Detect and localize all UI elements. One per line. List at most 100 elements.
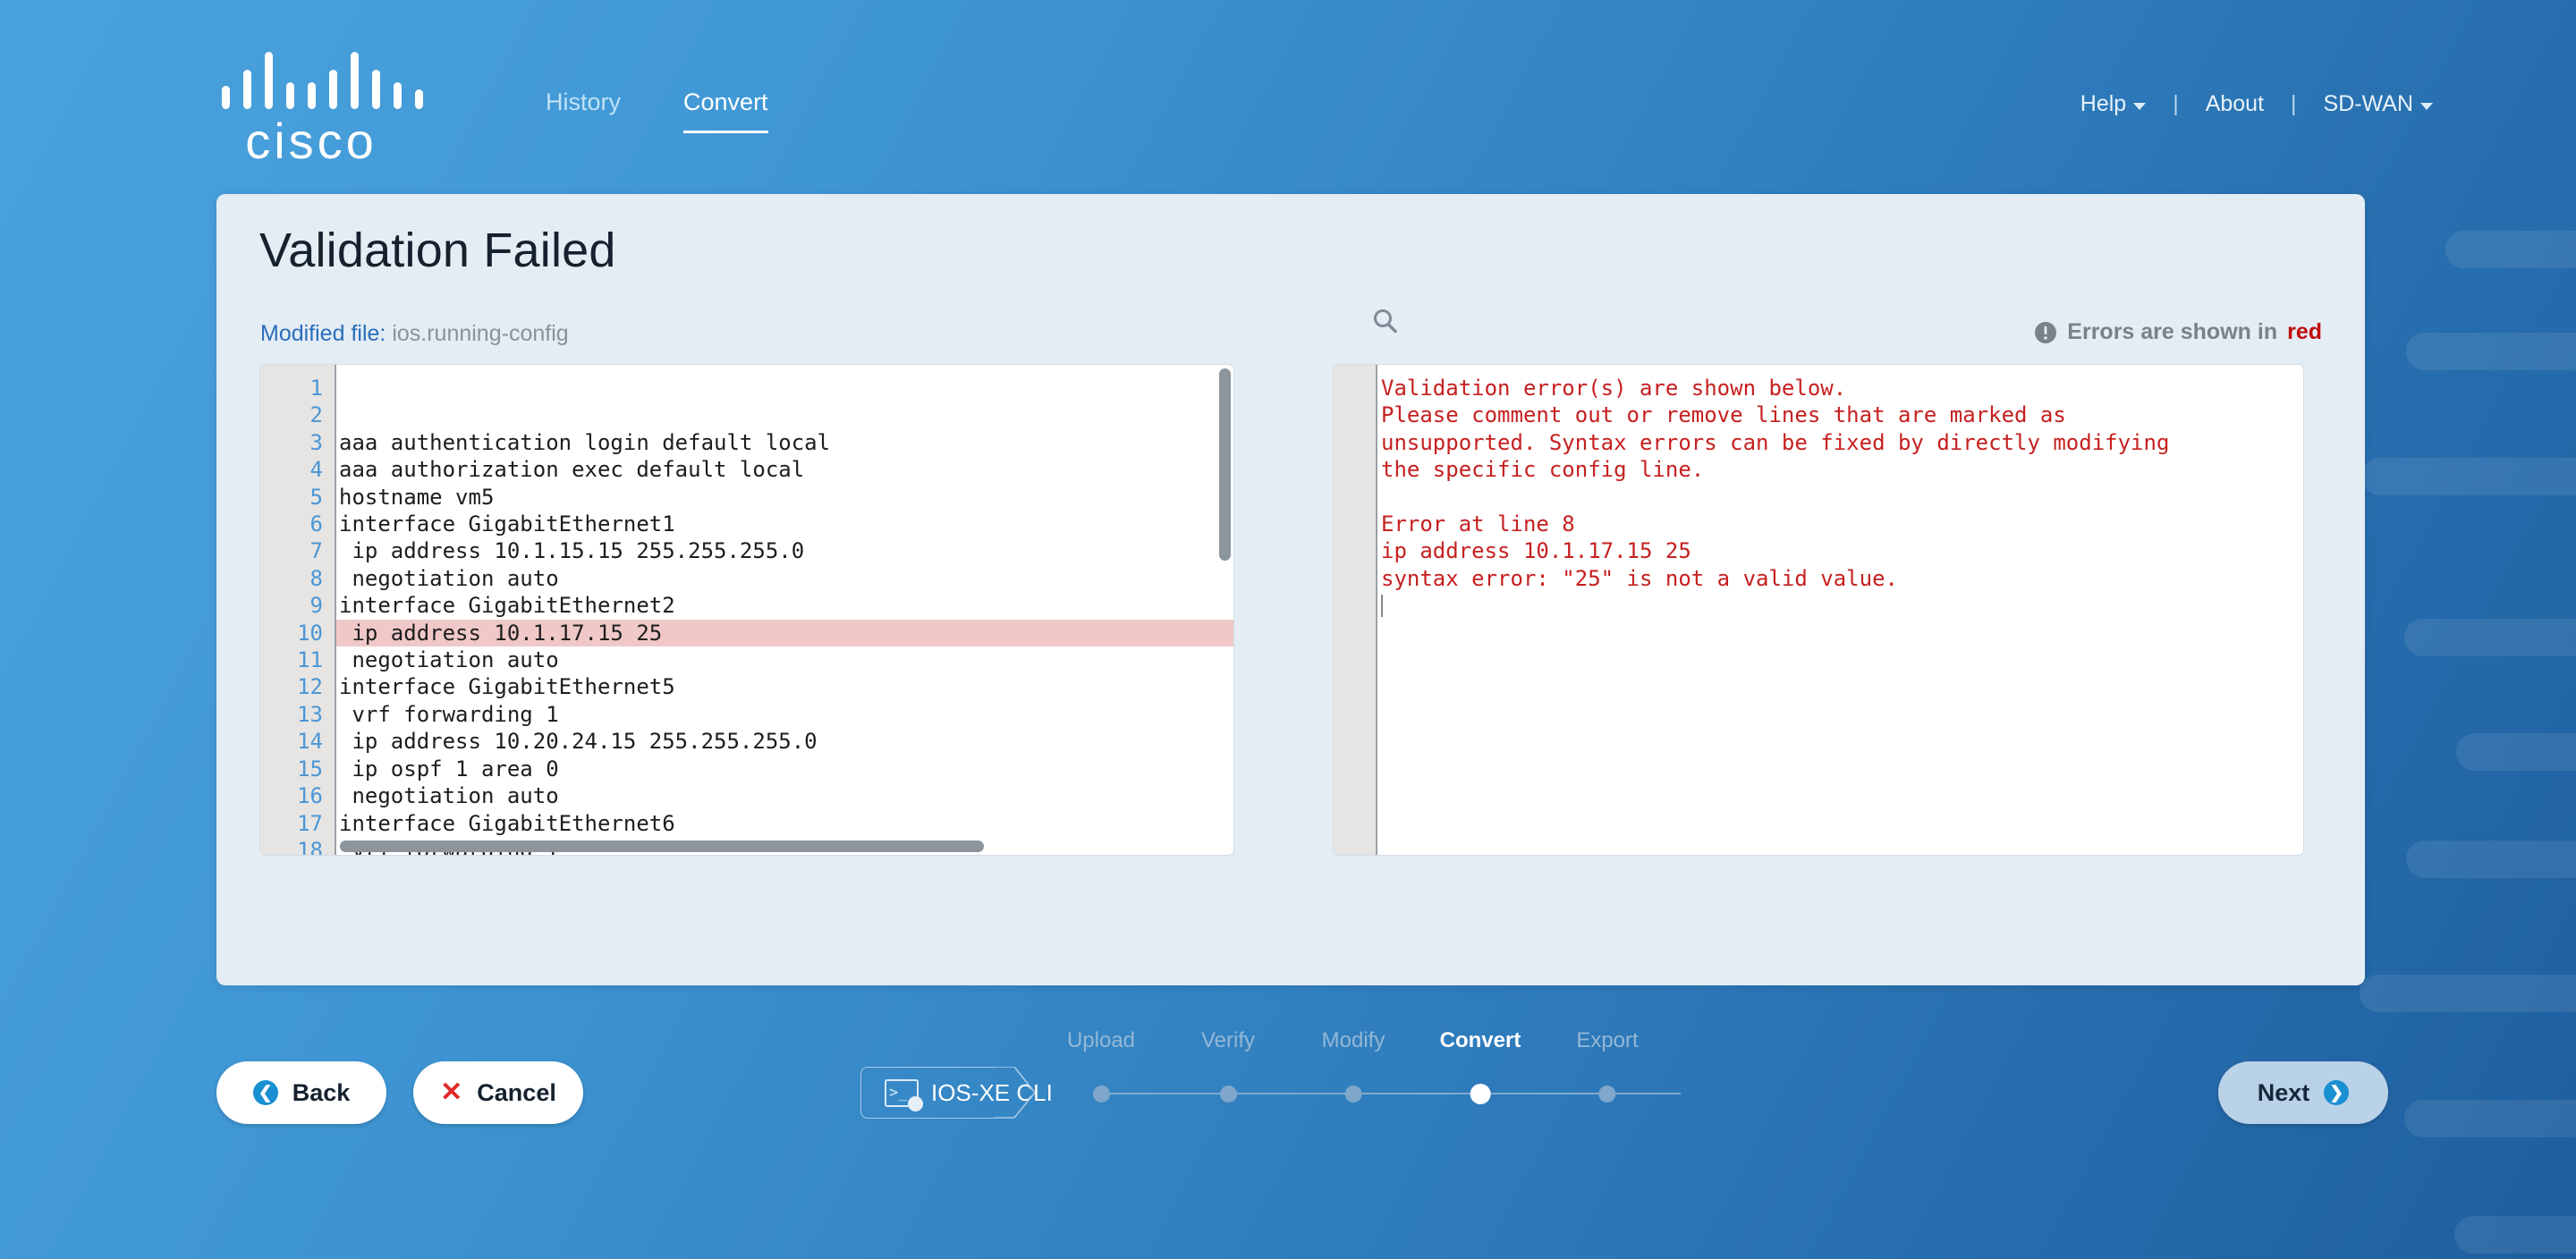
stepper-step-label: Upload xyxy=(1066,1028,1136,1052)
about-link[interactable]: About xyxy=(2206,91,2264,117)
stepper-step-dot xyxy=(1470,1084,1491,1104)
cli-badge-arrow xyxy=(995,1067,1036,1119)
cancel-button[interactable]: ✕ Cancel xyxy=(413,1061,583,1124)
line-number: 4 xyxy=(309,457,323,483)
line-number: 11 xyxy=(297,647,323,673)
horizontal-scrollbar[interactable] xyxy=(340,841,984,852)
line-number: 2 xyxy=(309,402,323,428)
validation-error-panel[interactable]: Validation error(s) are shown below. Plea… xyxy=(1333,364,2304,856)
config-line: negotiation auto xyxy=(339,565,559,591)
close-x-icon: ✕ xyxy=(440,1077,463,1107)
tab-history[interactable]: History xyxy=(546,88,621,133)
config-line: ip address 10.20.24.15 255.255.255.0 xyxy=(339,729,818,755)
line-number: 3 xyxy=(309,429,323,455)
error-line: the specific config line. xyxy=(1381,457,1705,483)
config-line: aaa authentication login default local xyxy=(339,429,831,455)
line-number: 9 xyxy=(309,593,323,619)
modified-file-info: Modified file: ios.running-config xyxy=(260,321,569,347)
modified-file-label: Modified file: xyxy=(260,321,386,346)
error-legend-highlight: red xyxy=(2287,319,2322,344)
stepper-step-verify[interactable]: Verify xyxy=(1201,1028,1255,1103)
validation-error-text[interactable]: Validation error(s) are shown below. Plea… xyxy=(1376,365,2303,855)
line-number: 12 xyxy=(297,674,323,700)
config-line: interface GigabitEthernet6 xyxy=(339,810,675,836)
decorative-bar xyxy=(2361,458,2576,495)
tab-convert-label: Convert xyxy=(683,89,768,115)
line-number: 5 xyxy=(309,484,323,510)
config-line: ip address 10.1.15.15 255.255.255.0 xyxy=(339,538,805,564)
line-number: 13 xyxy=(297,701,323,727)
stepper-step-upload[interactable]: Upload xyxy=(1067,1028,1135,1103)
line-number-gutter: 12345678910111213141516171819202122 xyxy=(260,365,335,855)
cisco-logo[interactable]: cisco xyxy=(199,52,424,169)
line-number: 17 xyxy=(297,810,323,836)
cancel-button-label: Cancel xyxy=(477,1078,556,1106)
search-button[interactable] xyxy=(1370,307,1401,342)
nav-separator-1: | xyxy=(2173,91,2179,116)
decorative-bar xyxy=(2404,619,2576,656)
decorative-bar xyxy=(2445,231,2576,268)
error-line: ip address 10.1.17.15 25 xyxy=(1381,538,1691,564)
stepper-step-label: Modify xyxy=(1321,1028,1385,1052)
stepper-step-dot xyxy=(1598,1086,1616,1103)
stepper-step-export[interactable]: Export xyxy=(1576,1028,1639,1103)
error-line: Validation error(s) are shown below. xyxy=(1381,376,1847,401)
config-line: interface GigabitEthernet2 xyxy=(339,593,675,619)
line-number: 10 xyxy=(297,620,323,646)
help-menu[interactable]: Help xyxy=(2080,91,2147,117)
back-button[interactable]: ❮ Back xyxy=(216,1061,386,1124)
product-menu-label: SD-WAN xyxy=(2323,91,2413,116)
main-tabs: History Convert xyxy=(546,88,768,133)
stepper-step-dot xyxy=(1092,1086,1110,1103)
line-number: 15 xyxy=(297,756,323,782)
error-line: Error at line 8 xyxy=(1381,511,1575,537)
decorative-bar xyxy=(2406,841,2576,878)
vertical-scrollbar[interactable] xyxy=(1219,368,1231,561)
utility-navigation: Help | About | SD-WAN xyxy=(2080,91,2433,117)
help-menu-label: Help xyxy=(2080,91,2127,116)
config-code-area[interactable]: aaa authentication login default local aa… xyxy=(335,365,1233,855)
error-line xyxy=(1377,484,2303,511)
terminal-icon: >_ xyxy=(885,1078,923,1111)
line-number: 1 xyxy=(309,376,323,401)
tab-history-label: History xyxy=(546,89,622,115)
chevron-down-icon xyxy=(2133,102,2147,110)
tab-convert[interactable]: Convert xyxy=(683,88,768,133)
search-icon xyxy=(1374,309,1397,334)
config-line: ip ospf 1 area 0 xyxy=(339,756,559,782)
stepper-step-dot xyxy=(1219,1086,1237,1103)
error-line: unsupported. Syntax errors can be fixed … xyxy=(1381,429,2170,455)
error-panel-gutter xyxy=(1334,365,1376,855)
next-button[interactable]: Next ❯ xyxy=(2218,1061,2388,1124)
back-button-label: Back xyxy=(292,1078,351,1106)
stepper-step-label: Verify xyxy=(1200,1028,1256,1052)
config-line: interface GigabitEthernet5 xyxy=(339,674,675,700)
chevron-right-circle-icon: ❯ xyxy=(2324,1080,2350,1105)
cisco-wordmark: cisco xyxy=(245,113,377,169)
page-title: Validation Failed xyxy=(259,224,616,277)
config-line-error: ip address 10.1.17.15 25 xyxy=(336,619,1233,647)
nav-separator-2: | xyxy=(2291,91,2297,116)
line-number: 8 xyxy=(309,565,323,591)
config-editor[interactable]: 12345678910111213141516171819202122 aaa … xyxy=(259,364,1234,856)
progress-stepper: Upload Verify Modify Convert Export xyxy=(1067,1028,1686,1127)
modified-file-name: ios.running-config xyxy=(392,321,569,346)
stepper-step-label: Convert xyxy=(1439,1028,1521,1052)
config-line: negotiation auto xyxy=(339,783,559,809)
chevron-down-icon xyxy=(2420,102,2433,110)
error-line: syntax error: "25" is not a valid value. xyxy=(1381,565,1898,591)
text-cursor xyxy=(1377,592,2303,619)
decorative-bar xyxy=(2406,333,2576,370)
content-card: Validation Failed Modified file: ios.run… xyxy=(216,194,2365,985)
config-line: negotiation auto xyxy=(339,647,559,673)
stepper-step-modify[interactable]: Modify xyxy=(1322,1028,1385,1103)
info-circle-icon xyxy=(2035,321,2057,343)
line-number: 16 xyxy=(297,783,323,809)
config-line: aaa authorization exec default local xyxy=(339,457,805,483)
error-legend-text: Errors are shown in xyxy=(2067,319,2278,344)
stepper-step-convert[interactable]: Convert xyxy=(1440,1028,1521,1104)
stepper-step-label: Export xyxy=(1576,1028,1639,1052)
config-line: vrf forwarding 1 xyxy=(339,701,559,727)
stepper-step-dot xyxy=(1344,1086,1362,1103)
product-menu[interactable]: SD-WAN xyxy=(2324,91,2433,117)
